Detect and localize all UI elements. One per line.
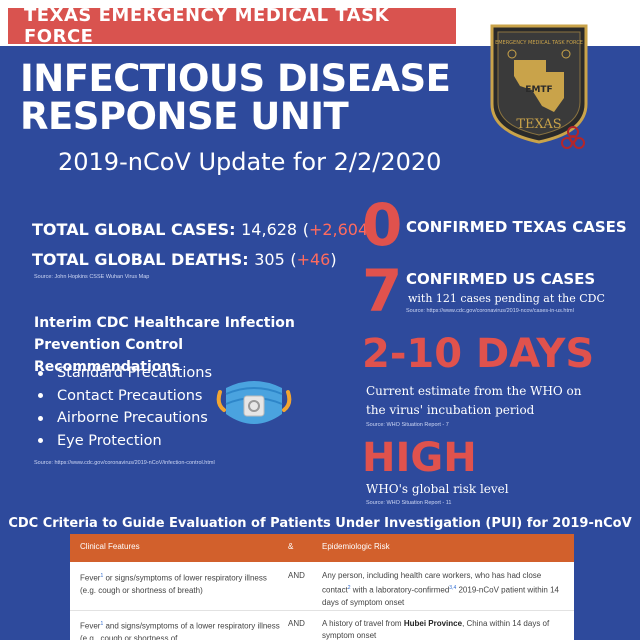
row-1-clinical-text-a: Fever — [80, 573, 101, 583]
pui-table: Clinical Features & Epidemiologic Risk F… — [70, 534, 574, 640]
global-cases-delta: +2,604 — [308, 220, 369, 239]
table-row-1-risk: Any person, including health care worker… — [322, 570, 562, 609]
risk-label: WHO's global risk level — [366, 482, 509, 496]
col-clinical-features: Clinical Features — [80, 542, 140, 551]
incubation-source: Source: WHO Situation Report - 7 — [366, 422, 449, 428]
table-row-1-connector: AND — [288, 571, 305, 580]
list-item: Eye Protection — [38, 430, 212, 453]
global-deaths-label: TOTAL GLOBAL DEATHS: — [32, 250, 249, 269]
risk-value: HIGH — [362, 435, 477, 481]
badge-initials: EMTF — [525, 85, 552, 95]
row-2-clinical-text-a: Fever — [80, 621, 101, 631]
recommendations-list: Standard Precautions Contact Precautions… — [38, 362, 212, 452]
global-cases-value: 14,628 — [241, 220, 298, 239]
badge-arc-text: EMERGENCY MEDICAL TASK FORCE — [495, 40, 583, 46]
face-mask-icon — [216, 381, 292, 424]
texas-cases-label: CONFIRMED TEXAS CASES — [406, 218, 627, 236]
table-row-1-clinical: Fever1 or signs/symptoms of lower respir… — [80, 570, 280, 597]
col-ampersand: & — [288, 542, 294, 551]
pui-title: CDC Criteria to Guide Evaluation of Pati… — [8, 516, 632, 531]
global-cases: TOTAL GLOBAL CASES: 14,628 (+2,604) — [32, 220, 375, 239]
row-2-risk-hubei: Hubei Province — [403, 619, 463, 628]
row-1-risk-text-b: with a laboratory-confirmed — [350, 585, 450, 595]
us-cases-label: CONFIRMED US CASES — [406, 270, 596, 288]
global-deaths-delta: +46 — [296, 250, 331, 269]
us-cases-pending: with 121 cases pending at the CDC — [408, 292, 605, 305]
us-source: Source: https://www.cdc.gov/coronavirus/… — [406, 308, 574, 314]
org-name: TEXAS EMERGENCY MEDICAL TASK FORCE — [24, 5, 390, 47]
badge-state: TEXAS — [516, 117, 561, 132]
us-cases-number: 7 — [362, 257, 403, 325]
recommendations-title-line-1: Interim CDC Healthcare Infection — [34, 315, 295, 331]
list-item: Contact Precautions — [38, 385, 212, 408]
org-banner: TEXAS EMERGENCY MEDICAL TASK FORCE — [8, 5, 456, 47]
row-2-risk-text-a: A history of travel from — [322, 619, 404, 628]
biohazard-icon — [561, 126, 585, 149]
row-2-clinical-text-b: and signs/symptoms of a lower respirator… — [80, 621, 280, 640]
title-line-2: RESPONSE UNIT — [20, 95, 349, 138]
risk-source: Source: WHO Situation Report - 11 — [366, 500, 452, 506]
global-deaths-value: 305 — [254, 250, 285, 269]
global-deaths: TOTAL GLOBAL DEATHS: 305 (+46) — [32, 250, 337, 269]
texas-cases-number: 0 — [362, 191, 403, 259]
col-epidemiologic-risk: Epidemiologic Risk — [322, 542, 390, 551]
recommendations-source: Source: https://www.cdc.gov/coronavirus/… — [34, 460, 215, 466]
row-1-clinical-text-b: or signs/symptoms of lower respiratory i… — [80, 573, 267, 595]
table-row-2-risk: A history of travel from Hubei Province,… — [322, 618, 562, 640]
title-line-1: INFECTIOUS DISEASE — [20, 57, 451, 100]
update-subtitle: 2019-nCoV Update for 2/2/2020 — [58, 148, 442, 176]
incubation-value: 2-10 DAYS — [362, 331, 595, 377]
table-row-2-connector: AND — [288, 619, 305, 628]
incubation-line-2: the virus' incubation period — [366, 403, 535, 417]
table-row-2-clinical: Fever1 and signs/symptoms of a lower res… — [80, 618, 280, 640]
page-title: INFECTIOUS DISEASE RESPONSE UNIT — [20, 60, 460, 136]
global-cases-label: TOTAL GLOBAL CASES: — [32, 220, 236, 239]
incubation-line-1: Current estimate from the WHO on — [366, 384, 582, 398]
pui-table-header: Clinical Features & Epidemiologic Risk — [70, 534, 574, 562]
list-item: Standard Precautions — [38, 362, 212, 385]
global-source: Source: John Hopkins CSSE Wuhan Virus Ma… — [34, 274, 150, 280]
row-divider — [70, 610, 574, 611]
list-item: Airborne Precautions — [38, 407, 212, 430]
